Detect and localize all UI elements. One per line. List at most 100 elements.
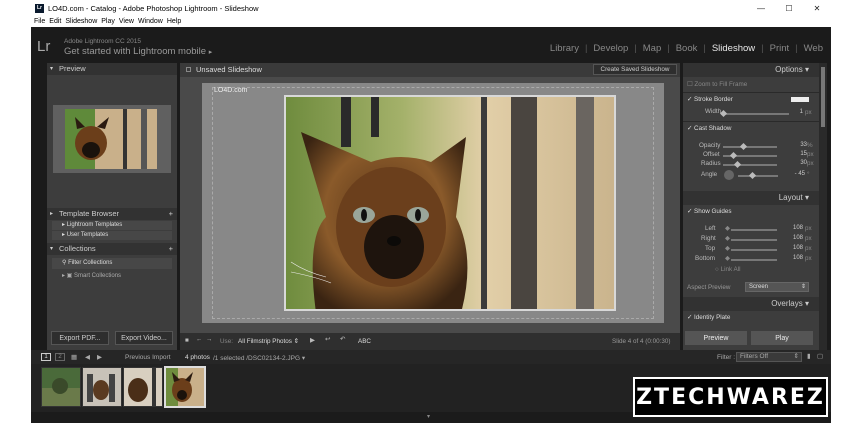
width-slider-knob[interactable] xyxy=(719,109,728,118)
collapse-arrow-icon: ▾ xyxy=(804,65,809,74)
opacity-value[interactable]: 33 xyxy=(783,142,807,148)
menu-view[interactable]: View xyxy=(119,18,134,25)
guide-right-value[interactable]: 108 xyxy=(779,235,803,241)
guide-left-slider[interactable] xyxy=(731,229,777,231)
undo-icon[interactable]: ↶ xyxy=(340,336,345,343)
export-video-button[interactable]: Export Video... xyxy=(115,331,173,345)
guide-top-value[interactable]: 108 xyxy=(779,245,803,251)
angle-knob[interactable] xyxy=(748,171,757,180)
stroke-color-swatch[interactable] xyxy=(791,97,809,102)
rotate-icon[interactable]: ↩ xyxy=(325,336,330,343)
menu-slideshow[interactable]: Slideshow xyxy=(65,18,97,25)
filmstrip-thumbnail-selected[interactable] xyxy=(164,366,206,408)
preview-button[interactable]: Preview xyxy=(685,331,747,345)
use-select[interactable]: All Filmstrip Photos ⇕ xyxy=(238,338,299,345)
guide-top-slider[interactable] xyxy=(731,249,777,251)
guide-bottom-slider[interactable] xyxy=(731,259,777,261)
slide-editor: Unsaved Slideshow Create Saved Slideshow… xyxy=(180,63,680,350)
radius-knob[interactable] xyxy=(733,160,742,169)
layout-header[interactable]: Layout ▾ xyxy=(683,191,819,205)
zoom-to-fill-option[interactable]: ☐ Zoom to Fill Frame xyxy=(687,81,747,88)
guide-right-slider[interactable] xyxy=(731,239,777,241)
filmstrip-toggle-icon[interactable]: ▢ xyxy=(817,352,823,360)
module-slideshow[interactable]: Slideshow xyxy=(712,43,755,54)
page-1-button[interactable]: 1 xyxy=(41,353,51,361)
angle-dial-icon[interactable] xyxy=(724,170,734,180)
filmstrip-thumbnail[interactable] xyxy=(41,367,81,407)
add-text-button[interactable]: ABC xyxy=(358,338,371,345)
menu-window[interactable]: Window xyxy=(138,18,163,25)
options-header[interactable]: Options ▾ xyxy=(683,63,819,77)
grid-view-icon[interactable]: ▦ xyxy=(71,353,77,361)
show-guides-option[interactable]: ✓ Show Guides xyxy=(687,208,731,215)
collections-header[interactable]: ▾ Collections + xyxy=(47,243,177,255)
window-title: LO4D.com - Catalog - Adobe Photoshop Lig… xyxy=(48,3,259,13)
module-picker: Library | Develop | Map | Book | Slidesh… xyxy=(549,43,823,54)
minimize-icon[interactable]: — xyxy=(747,0,775,16)
template-browser-header[interactable]: ▸ Template Browser + xyxy=(47,208,177,220)
checkbox-icon: ☐ xyxy=(687,81,693,88)
menu-help[interactable]: Help xyxy=(167,18,181,25)
module-print[interactable]: Print xyxy=(770,43,790,54)
forward-arrow-icon[interactable]: ▶ xyxy=(97,353,102,361)
slide-preview xyxy=(53,105,171,173)
page-2-button[interactable]: 2 xyxy=(55,353,65,361)
opacity-knob[interactable] xyxy=(739,142,748,151)
offset-knob[interactable] xyxy=(729,151,738,160)
checkmark-icon: ✓ xyxy=(687,208,693,215)
template-folder-user[interactable]: ▸ User Templates xyxy=(52,231,172,240)
export-pdf-button[interactable]: Export PDF... xyxy=(51,331,109,345)
stroke-border-option[interactable]: ✓ Stroke Border xyxy=(687,96,733,103)
preview-header[interactable]: ▾ Preview xyxy=(47,63,177,75)
filter-collections[interactable]: ⚲ Filter Collections xyxy=(52,258,172,269)
guide-right-label: Right xyxy=(701,235,716,242)
create-saved-slideshow-button[interactable]: Create Saved Slideshow xyxy=(593,64,677,75)
link-all-option[interactable]: ○ Link All xyxy=(715,266,741,273)
guide-bottom-value[interactable]: 108 xyxy=(779,255,803,261)
opacity-slider[interactable] xyxy=(723,146,777,148)
aspect-preview-select[interactable]: Screen ⇕ xyxy=(745,282,809,292)
angle-value[interactable]: - 45 xyxy=(781,171,805,177)
radius-slider[interactable] xyxy=(723,164,777,166)
play-button[interactable]: Play xyxy=(751,331,813,345)
identity-line2[interactable]: Get started with Lightroom mobile ▸ xyxy=(64,46,212,57)
template-folder-lightroom[interactable]: ▸ Lightroom Templates xyxy=(52,221,172,230)
cast-shadow-option[interactable]: ✓ Cast Shadow xyxy=(687,125,731,132)
close-icon[interactable]: ✕ xyxy=(803,0,831,16)
dropdown-icon: ⇕ xyxy=(793,353,799,360)
checkbox-icon[interactable] xyxy=(186,67,191,72)
filter-lock-icon[interactable]: ▮ xyxy=(807,352,811,360)
identity-plate-option[interactable]: ✓ Identity Plate xyxy=(687,314,730,321)
menu-edit[interactable]: Edit xyxy=(49,18,61,25)
back-arrow-icon[interactable]: ◀ xyxy=(85,353,90,361)
selection-info[interactable]: /1 selected /DSC02134-2.JPG ▾ xyxy=(213,354,305,362)
menu-play[interactable]: Play xyxy=(101,18,115,25)
radius-value[interactable]: 30 xyxy=(783,160,807,166)
filmstrip-thumbnail[interactable] xyxy=(123,367,163,407)
module-develop[interactable]: Develop xyxy=(593,43,628,54)
smart-collections[interactable]: ▸ ▣ Smart Collections xyxy=(52,272,172,281)
module-web[interactable]: Web xyxy=(804,43,823,54)
expand-filmstrip-icon[interactable]: ▾ xyxy=(427,413,430,420)
radius-label: Radius xyxy=(701,160,721,167)
radio-icon: ○ xyxy=(715,266,719,273)
module-library[interactable]: Library xyxy=(550,43,579,54)
offset-value[interactable]: 15 xyxy=(783,151,807,157)
menu-file[interactable]: File xyxy=(34,18,45,25)
angle-slider[interactable] xyxy=(738,175,778,177)
filmstrip-thumbnail[interactable] xyxy=(82,367,122,407)
overlays-header[interactable]: Overlays ▾ xyxy=(683,297,819,311)
source-label[interactable]: Previous Import xyxy=(125,354,171,361)
maximize-icon[interactable]: ☐ xyxy=(775,0,803,16)
play-icon[interactable]: ▶ xyxy=(310,337,315,344)
width-value[interactable]: 1 xyxy=(779,109,803,115)
stop-icon[interactable]: ■ xyxy=(185,337,189,344)
guide-left-value[interactable]: 108 xyxy=(779,225,803,231)
module-book[interactable]: Book xyxy=(676,43,698,54)
left-panel: ▾ Preview ▸ Template Browser + ▸ Lightroom … xyxy=(47,63,177,350)
previous-slide-icon[interactable]: ← xyxy=(196,336,202,343)
module-map[interactable]: Map xyxy=(643,43,661,54)
right-scrollbar[interactable] xyxy=(819,63,827,350)
filter-select[interactable]: Filters Off ⇕ xyxy=(736,352,802,362)
next-slide-icon[interactable]: → xyxy=(206,336,212,343)
